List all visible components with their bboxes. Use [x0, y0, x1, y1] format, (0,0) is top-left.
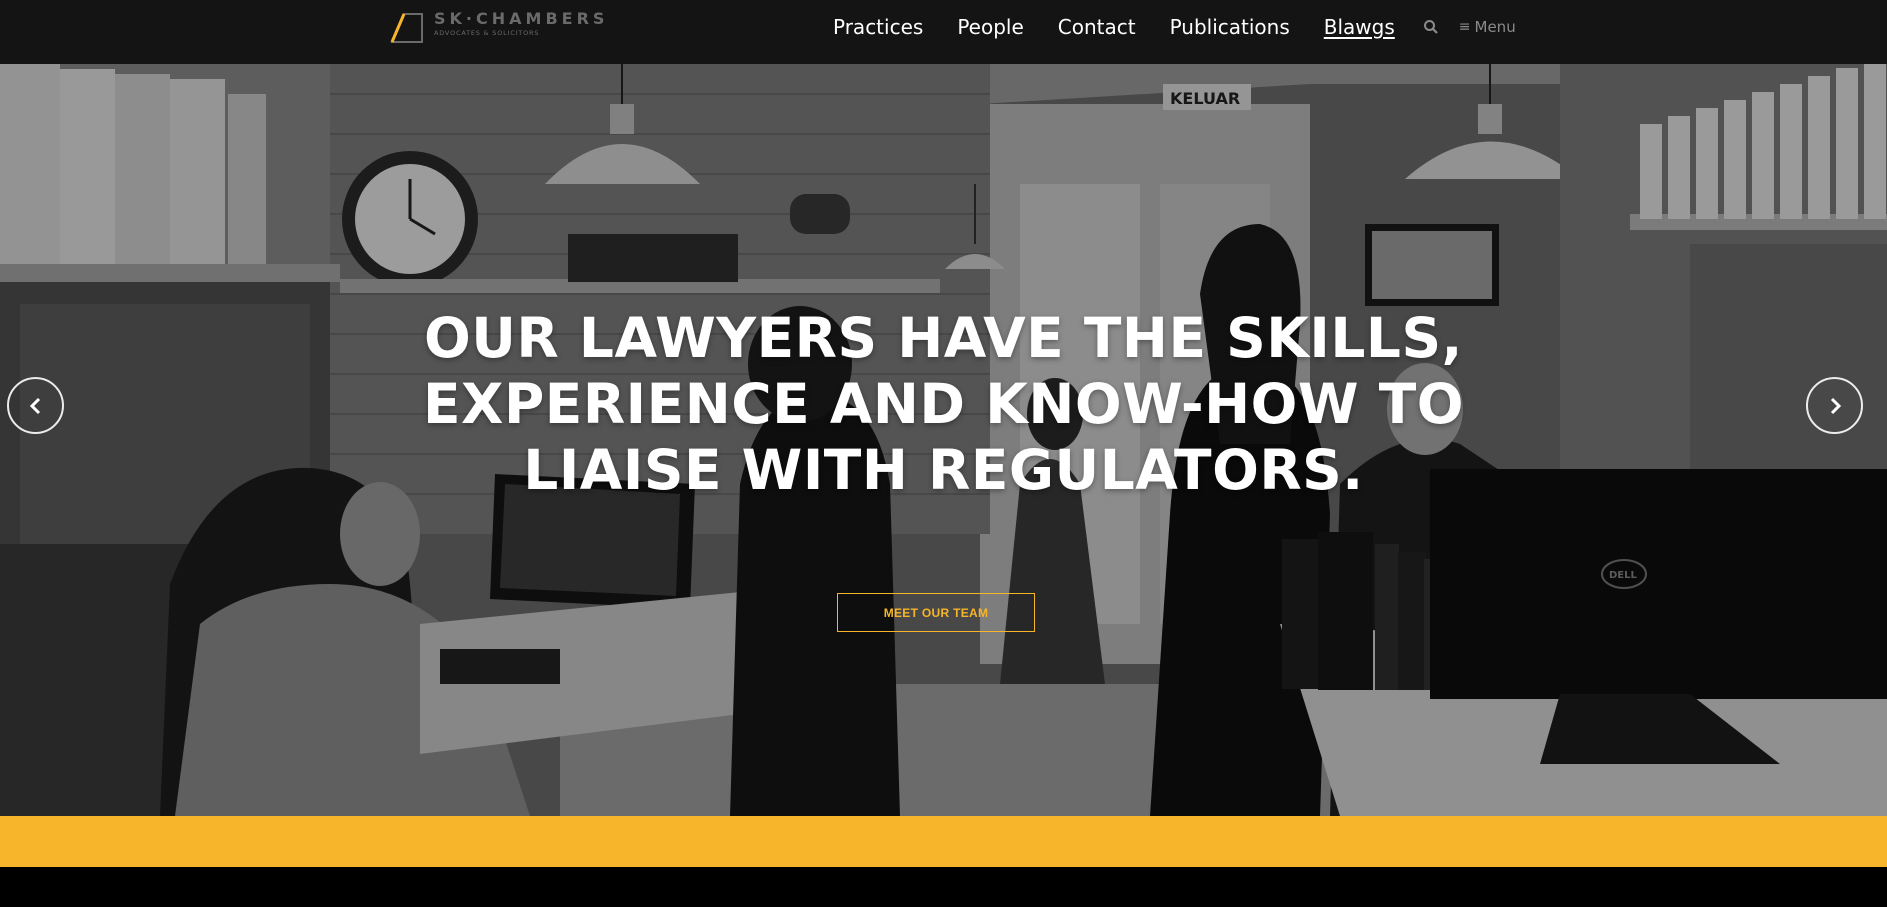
nav-item-blawgs[interactable]: Blawgs — [1324, 15, 1395, 39]
nav-item-contact[interactable]: Contact — [1058, 15, 1136, 39]
hamburger-icon: ≡ — [1458, 18, 1471, 35]
menu-label: Menu — [1474, 17, 1516, 36]
nav-item-people[interactable]: People — [957, 15, 1023, 39]
carousel-prev-button[interactable] — [7, 377, 64, 434]
meet-our-team-button[interactable]: MEET OUR TEAM — [837, 593, 1035, 632]
nav-item-publications[interactable]: Publications — [1170, 15, 1290, 39]
accent-band — [0, 816, 1887, 867]
menu-toggle[interactable]: ≡ Menu — [1459, 18, 1516, 36]
chevron-right-icon — [1830, 397, 1841, 414]
brand-logo[interactable]: SK·CHAMBERS ADVOCATES & SOLICITORS — [390, 10, 608, 50]
logo-mark-icon — [390, 13, 423, 43]
footer-band — [0, 867, 1887, 907]
brand-name: SK·CHAMBERS — [434, 9, 609, 28]
carousel-next-button[interactable] — [1806, 377, 1863, 434]
main-nav: Practices People Contact Publications Bl… — [833, 0, 1516, 53]
search-icon[interactable] — [1423, 19, 1439, 35]
chevron-left-icon — [29, 397, 40, 414]
hero-headline: OUR LAWYERS HAVE THE SKILLS, EXPERIENCE … — [422, 306, 1465, 502]
logo-text: SK·CHAMBERS ADVOCATES & SOLICITORS — [434, 10, 608, 38]
top-navbar: SK·CHAMBERS ADVOCATES & SOLICITORS Pract… — [0, 0, 1887, 64]
nav-item-practices[interactable]: Practices — [833, 15, 923, 39]
brand-tagline: ADVOCATES & SOLICITORS — [434, 29, 540, 37]
